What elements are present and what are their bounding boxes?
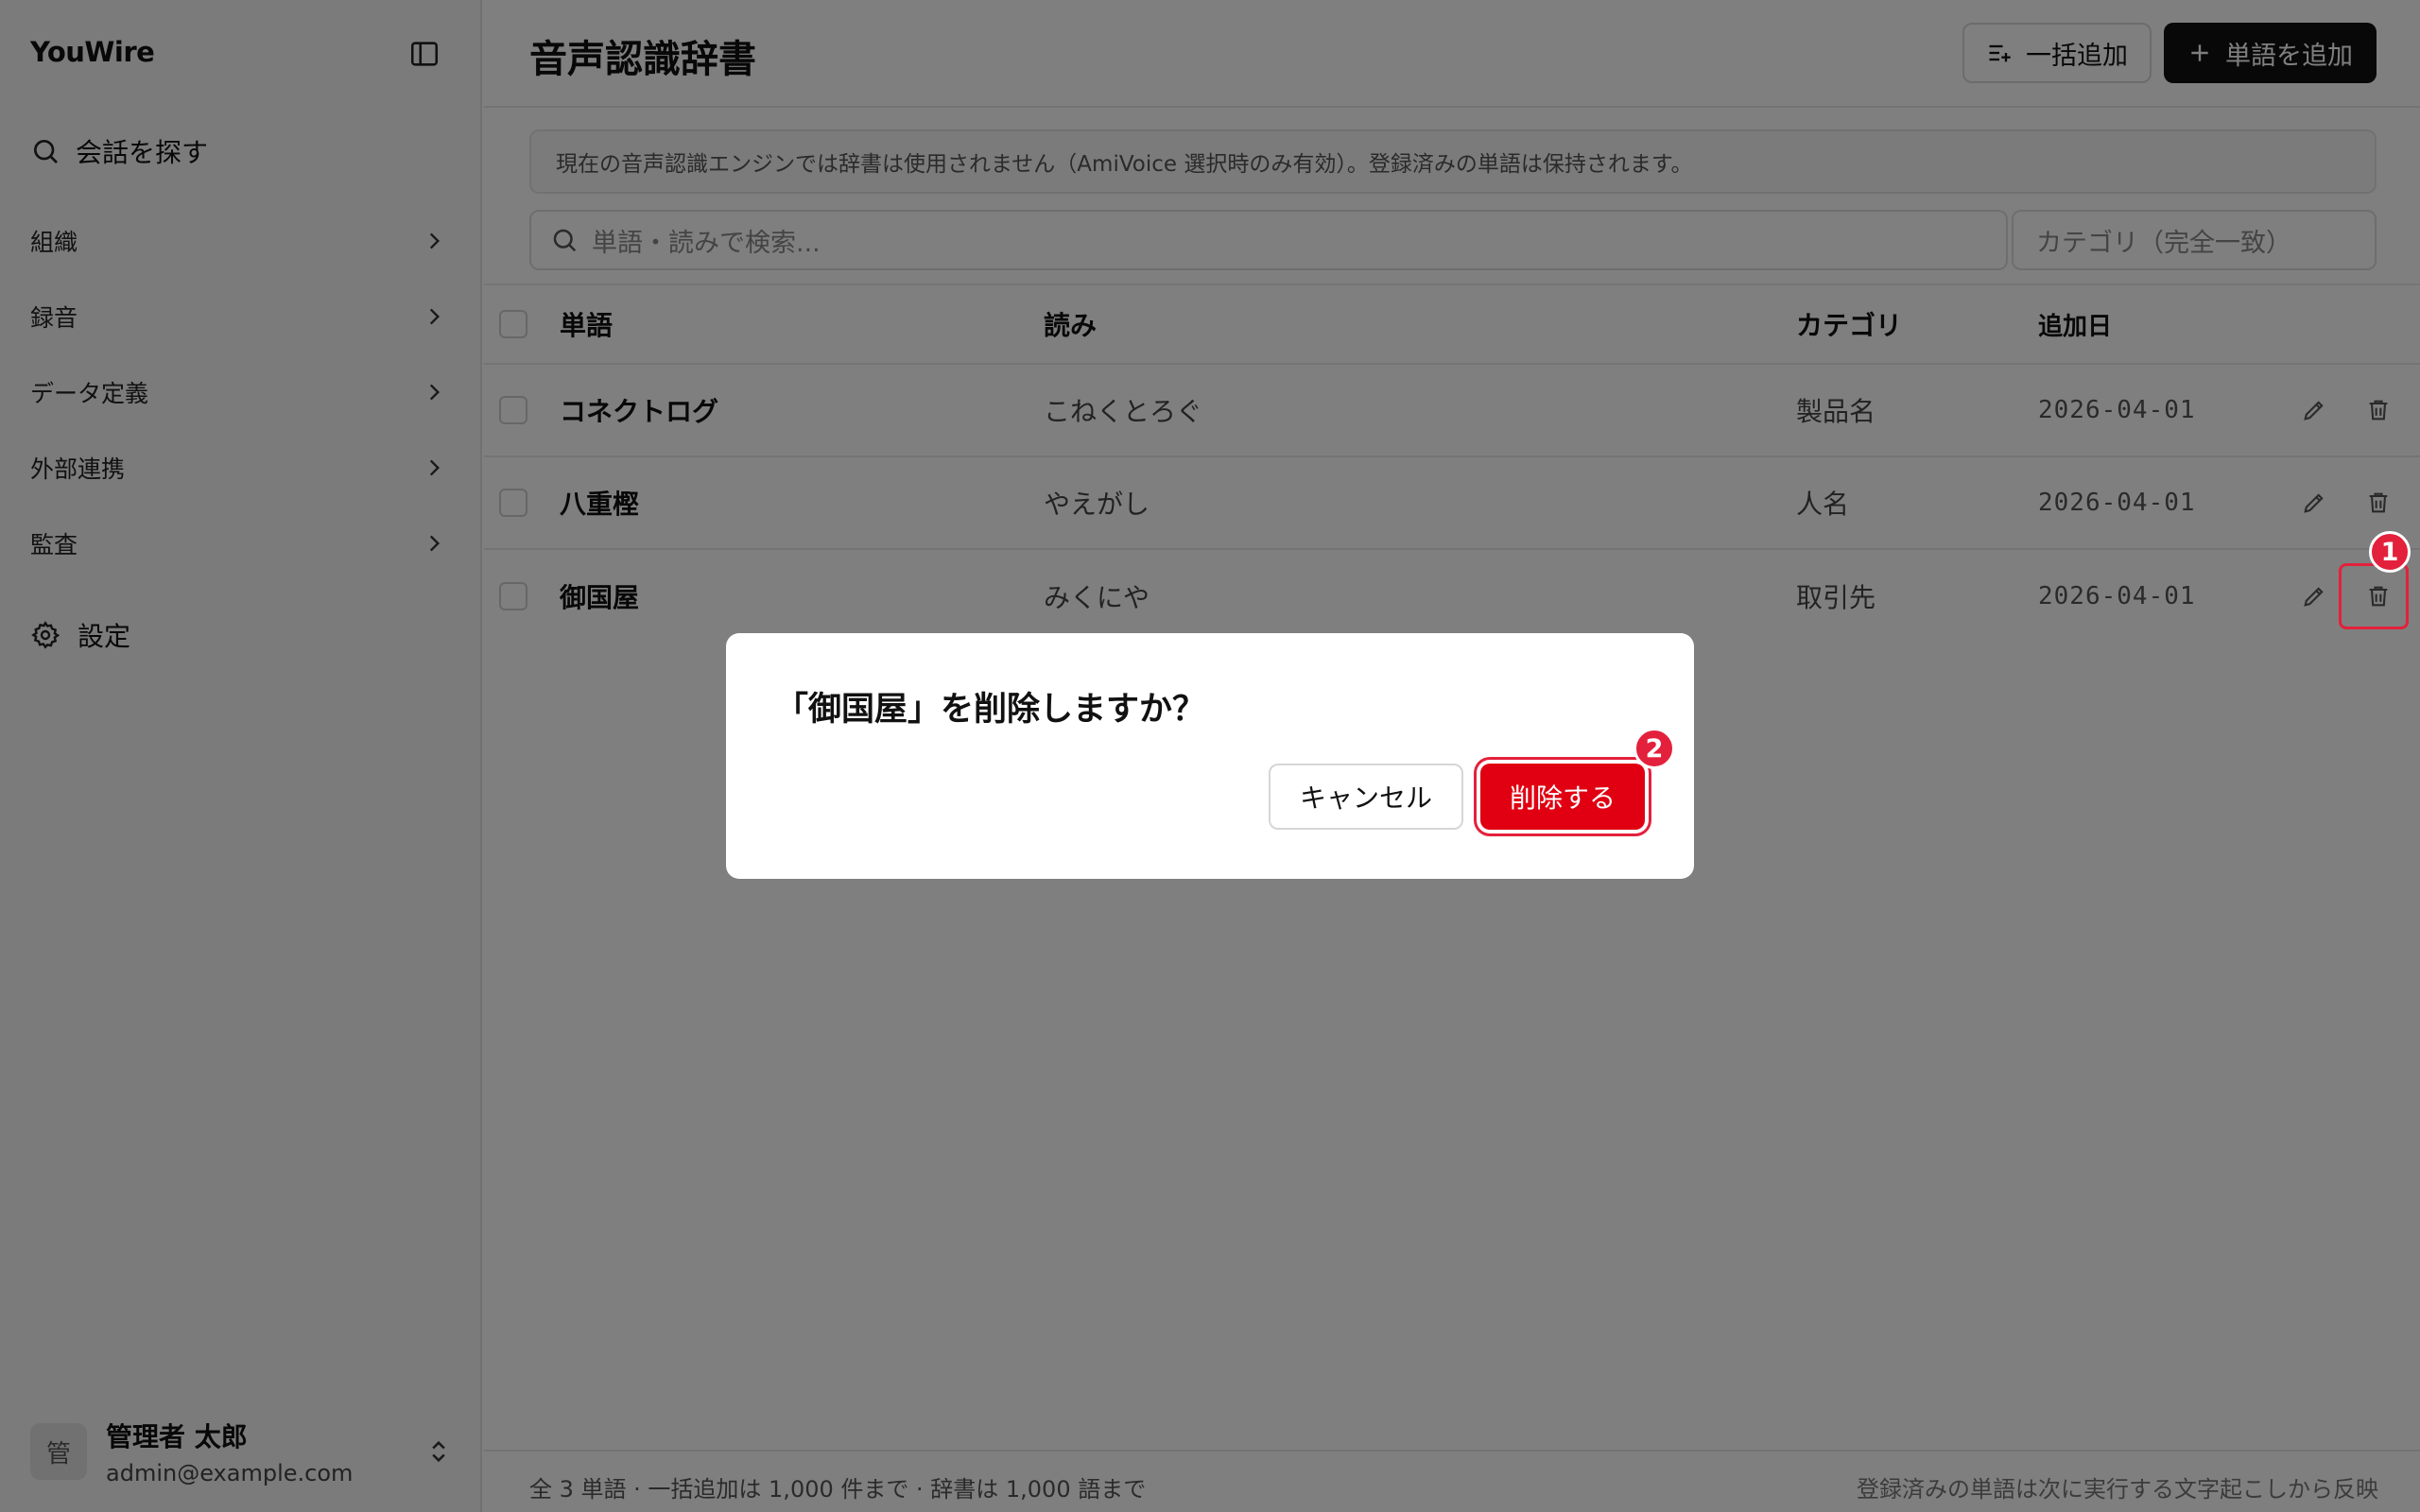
annotation-badge-2: 2 (1634, 728, 1675, 769)
confirm-delete-button[interactable]: 削除する (1480, 764, 1645, 830)
dialog-title: 「御国屋」を削除しますか？ (775, 691, 1206, 729)
delete-confirm-dialog: 「御国屋」を削除しますか？ キャンセル 削除する 2 (726, 633, 1694, 879)
annotation-highlight-1 (2339, 563, 2409, 629)
cancel-button[interactable]: キャンセル (1269, 764, 1463, 830)
annotation-badge-1: 1 (2369, 531, 2411, 573)
